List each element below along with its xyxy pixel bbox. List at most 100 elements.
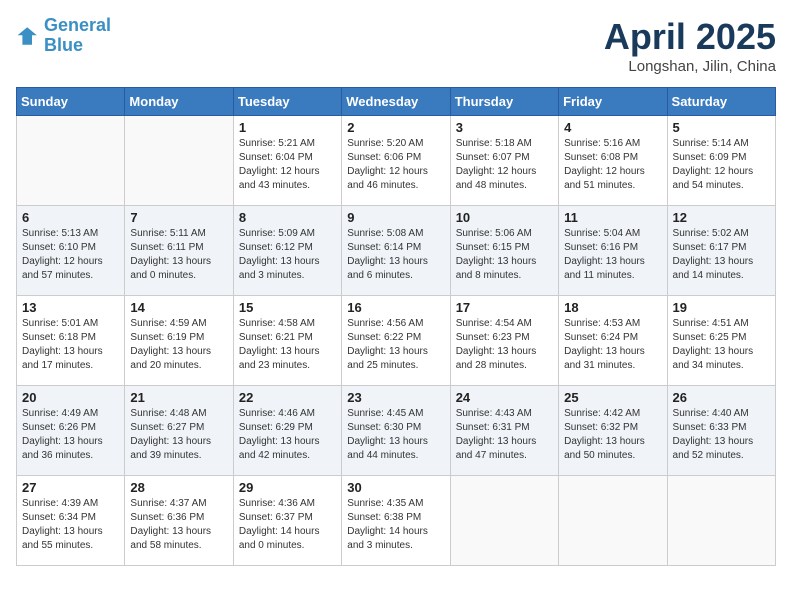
day-number: 2 bbox=[347, 120, 444, 135]
day-info: Sunrise: 5:11 AM Sunset: 6:11 PM Dayligh… bbox=[130, 227, 227, 283]
calendar-cell: 17 Sunrise: 4:54 AM Sunset: 6:23 PM Dayli… bbox=[450, 296, 558, 386]
calendar-cell: 23 Sunrise: 4:45 AM Sunset: 6:30 PM Dayli… bbox=[342, 386, 450, 476]
calendar-subtitle: Longshan, Jilin, China bbox=[604, 58, 776, 75]
calendar-cell bbox=[125, 116, 233, 206]
calendar-cell bbox=[559, 476, 667, 566]
day-info: Sunrise: 5:04 AM Sunset: 6:16 PM Dayligh… bbox=[564, 227, 661, 283]
day-number: 11 bbox=[564, 210, 661, 225]
calendar-week-row: 1 Sunrise: 5:21 AM Sunset: 6:04 PM Daylig… bbox=[17, 116, 776, 206]
day-number: 18 bbox=[564, 300, 661, 315]
day-info: Sunrise: 5:16 AM Sunset: 6:08 PM Dayligh… bbox=[564, 137, 661, 193]
calendar-cell: 13Sunrise: 5:01 AM Sunset: 6:18 PM Dayli… bbox=[17, 296, 125, 386]
day-number: 28 bbox=[130, 480, 227, 495]
day-info: Sunrise: 4:51 AM Sunset: 6:25 PM Dayligh… bbox=[673, 317, 770, 373]
day-number: 14 bbox=[130, 300, 227, 315]
calendar-cell: 21 Sunrise: 4:48 AM Sunset: 6:27 PM Dayli… bbox=[125, 386, 233, 476]
calendar-cell: 2 Sunrise: 5:20 AM Sunset: 6:06 PM Daylig… bbox=[342, 116, 450, 206]
day-info: Sunrise: 5:08 AM Sunset: 6:14 PM Dayligh… bbox=[347, 227, 444, 283]
calendar-cell: 9 Sunrise: 5:08 AM Sunset: 6:14 PM Daylig… bbox=[342, 206, 450, 296]
day-info: Sunrise: 4:54 AM Sunset: 6:23 PM Dayligh… bbox=[456, 317, 553, 373]
day-info: Sunrise: 5:01 AM Sunset: 6:18 PM Dayligh… bbox=[22, 317, 119, 373]
day-number: 16 bbox=[347, 300, 444, 315]
calendar-cell: 30 Sunrise: 4:35 AM Sunset: 6:38 PM Dayli… bbox=[342, 476, 450, 566]
day-number: 9 bbox=[347, 210, 444, 225]
calendar-cell: 6 Sunrise: 5:13 AM Sunset: 6:10 PM Daylig… bbox=[17, 206, 125, 296]
calendar-cell bbox=[450, 476, 558, 566]
calendar-cell bbox=[667, 476, 775, 566]
day-info: Sunrise: 5:21 AM Sunset: 6:04 PM Dayligh… bbox=[239, 137, 336, 193]
day-number: 30 bbox=[347, 480, 444, 495]
calendar-cell: 22 Sunrise: 4:46 AM Sunset: 6:29 PM Dayli… bbox=[233, 386, 341, 476]
calendar-cell: 3Sunrise: 5:18 AM Sunset: 6:07 PM Daylig… bbox=[450, 116, 558, 206]
day-number: 8 bbox=[239, 210, 336, 225]
calendar-cell: 29 Sunrise: 4:36 AM Sunset: 6:37 PM Dayli… bbox=[233, 476, 341, 566]
day-number: 15 bbox=[239, 300, 336, 315]
day-info: Sunrise: 4:40 AM Sunset: 6:33 PM Dayligh… bbox=[673, 407, 770, 463]
calendar-cell: 12Sunrise: 5:02 AM Sunset: 6:17 PM Dayli… bbox=[667, 206, 775, 296]
header-sunday: Sunday bbox=[17, 88, 125, 116]
day-number: 6 bbox=[22, 210, 119, 225]
day-info: Sunrise: 4:35 AM Sunset: 6:38 PM Dayligh… bbox=[347, 497, 444, 553]
calendar-cell: 26 Sunrise: 4:40 AM Sunset: 6:33 PM Dayli… bbox=[667, 386, 775, 476]
calendar-table: SundayMondayTuesdayWednesdayThursdayFrid… bbox=[16, 87, 776, 566]
header-wednesday: Wednesday bbox=[342, 88, 450, 116]
calendar-cell: 16 Sunrise: 4:56 AM Sunset: 6:22 PM Dayli… bbox=[342, 296, 450, 386]
calendar-cell: 15 Sunrise: 4:58 AM Sunset: 6:21 PM Dayli… bbox=[233, 296, 341, 386]
day-info: Sunrise: 4:45 AM Sunset: 6:30 PM Dayligh… bbox=[347, 407, 444, 463]
day-number: 23 bbox=[347, 390, 444, 405]
day-number: 21 bbox=[130, 390, 227, 405]
day-info: Sunrise: 4:36 AM Sunset: 6:37 PM Dayligh… bbox=[239, 497, 336, 553]
day-info: Sunrise: 4:42 AM Sunset: 6:32 PM Dayligh… bbox=[564, 407, 661, 463]
day-number: 25 bbox=[564, 390, 661, 405]
day-info: Sunrise: 4:43 AM Sunset: 6:31 PM Dayligh… bbox=[456, 407, 553, 463]
day-number: 10 bbox=[456, 210, 553, 225]
day-info: Sunrise: 4:37 AM Sunset: 6:36 PM Dayligh… bbox=[130, 497, 227, 553]
day-number: 5 bbox=[673, 120, 770, 135]
calendar-header-row: SundayMondayTuesdayWednesdayThursdayFrid… bbox=[17, 88, 776, 116]
header-monday: Monday bbox=[125, 88, 233, 116]
day-number: 4 bbox=[564, 120, 661, 135]
day-number: 17 bbox=[456, 300, 553, 315]
day-info: Sunrise: 5:20 AM Sunset: 6:06 PM Dayligh… bbox=[347, 137, 444, 193]
header-thursday: Thursday bbox=[450, 88, 558, 116]
day-info: Sunrise: 5:13 AM Sunset: 6:10 PM Dayligh… bbox=[22, 227, 119, 283]
logo-icon bbox=[16, 24, 40, 48]
calendar-cell: 7 Sunrise: 5:11 AM Sunset: 6:11 PM Daylig… bbox=[125, 206, 233, 296]
day-number: 29 bbox=[239, 480, 336, 495]
logo: General Blue bbox=[16, 16, 111, 56]
day-number: 27 bbox=[22, 480, 119, 495]
calendar-title: April 2025 bbox=[604, 16, 776, 58]
day-info: Sunrise: 4:48 AM Sunset: 6:27 PM Dayligh… bbox=[130, 407, 227, 463]
logo-text: General Blue bbox=[44, 16, 111, 56]
day-info: Sunrise: 4:53 AM Sunset: 6:24 PM Dayligh… bbox=[564, 317, 661, 373]
day-number: 22 bbox=[239, 390, 336, 405]
calendar-cell: 18 Sunrise: 4:53 AM Sunset: 6:24 PM Dayli… bbox=[559, 296, 667, 386]
calendar-cell: 10 Sunrise: 5:06 AM Sunset: 6:15 PM Dayli… bbox=[450, 206, 558, 296]
header: General Blue April 2025 Longshan, Jilin,… bbox=[16, 16, 776, 75]
calendar-cell: 1 Sunrise: 5:21 AM Sunset: 6:04 PM Daylig… bbox=[233, 116, 341, 206]
day-info: Sunrise: 5:18 AM Sunset: 6:07 PM Dayligh… bbox=[456, 137, 553, 193]
day-info: Sunrise: 4:46 AM Sunset: 6:29 PM Dayligh… bbox=[239, 407, 336, 463]
day-number: 12 bbox=[673, 210, 770, 225]
day-info: Sunrise: 5:06 AM Sunset: 6:15 PM Dayligh… bbox=[456, 227, 553, 283]
day-info: Sunrise: 4:58 AM Sunset: 6:21 PM Dayligh… bbox=[239, 317, 336, 373]
header-friday: Friday bbox=[559, 88, 667, 116]
calendar-cell: 8Sunrise: 5:09 AM Sunset: 6:12 PM Daylig… bbox=[233, 206, 341, 296]
day-number: 26 bbox=[673, 390, 770, 405]
calendar-cell bbox=[17, 116, 125, 206]
day-info: Sunrise: 4:49 AM Sunset: 6:26 PM Dayligh… bbox=[22, 407, 119, 463]
day-number: 7 bbox=[130, 210, 227, 225]
header-tuesday: Tuesday bbox=[233, 88, 341, 116]
calendar-cell: 14Sunrise: 4:59 AM Sunset: 6:19 PM Dayli… bbox=[125, 296, 233, 386]
calendar-cell: 24Sunrise: 4:43 AM Sunset: 6:31 PM Dayli… bbox=[450, 386, 558, 476]
calendar-cell: 4 Sunrise: 5:16 AM Sunset: 6:08 PM Daylig… bbox=[559, 116, 667, 206]
calendar-cell: 11 Sunrise: 5:04 AM Sunset: 6:16 PM Dayli… bbox=[559, 206, 667, 296]
calendar-week-row: 27Sunrise: 4:39 AM Sunset: 6:34 PM Dayli… bbox=[17, 476, 776, 566]
day-info: Sunrise: 4:56 AM Sunset: 6:22 PM Dayligh… bbox=[347, 317, 444, 373]
day-number: 1 bbox=[239, 120, 336, 135]
calendar-cell: 20 Sunrise: 4:49 AM Sunset: 6:26 PM Dayli… bbox=[17, 386, 125, 476]
calendar-cell: 19Sunrise: 4:51 AM Sunset: 6:25 PM Dayli… bbox=[667, 296, 775, 386]
title-area: April 2025 Longshan, Jilin, China bbox=[604, 16, 776, 75]
calendar-cell: 5Sunrise: 5:14 AM Sunset: 6:09 PM Daylig… bbox=[667, 116, 775, 206]
day-number: 20 bbox=[22, 390, 119, 405]
